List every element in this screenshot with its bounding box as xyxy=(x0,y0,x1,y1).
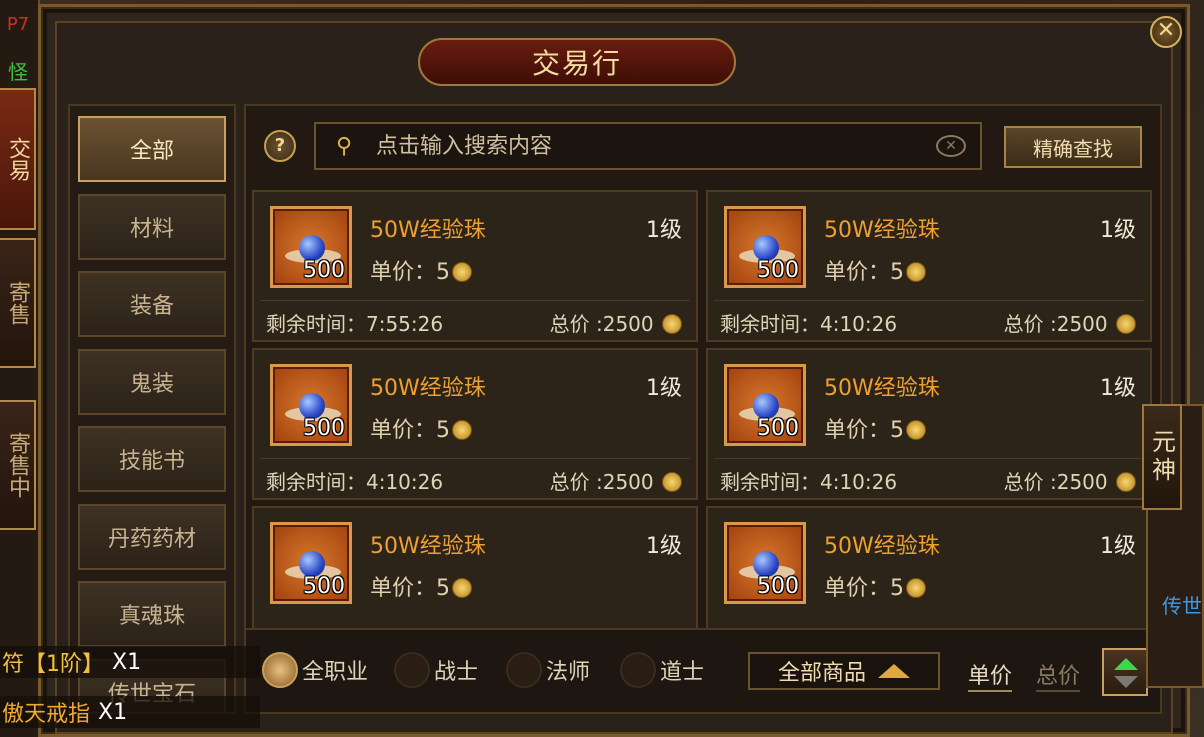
class-filter-mage[interactable]: 法师 xyxy=(506,652,590,688)
time-remaining: 剩余时间：4:10:26 xyxy=(720,312,898,336)
gold-coin-icon xyxy=(1116,314,1136,334)
radio-icon xyxy=(394,652,430,688)
category-medicine[interactable]: 丹药药材 xyxy=(78,504,226,570)
radio-icon xyxy=(620,652,656,688)
listing-card[interactable]: 500 50W经验珠 1级 单价：5 剩余时间：4:10:26 总价 :2500 xyxy=(252,348,698,500)
item-quantity: 500 xyxy=(757,574,799,599)
unit-price: 单价：5 xyxy=(824,254,926,286)
listing-card[interactable]: 500 50W经验珠 1级 单价：5 剩余时间：7:55:26 总价 :2500 xyxy=(252,190,698,342)
page-title: 交易行 xyxy=(531,47,622,80)
item-quantity: 500 xyxy=(757,258,799,283)
time-remaining: 剩余时间：4:10:26 xyxy=(266,470,444,494)
item-quantity: 500 xyxy=(303,258,345,283)
exp-orb-icon: 500 xyxy=(724,206,806,288)
category-all[interactable]: 全部 xyxy=(78,116,226,182)
gold-coin-icon xyxy=(1116,472,1136,492)
category-ghost-gear[interactable]: 鬼装 xyxy=(78,349,226,415)
search-icon: ⚲ xyxy=(335,133,353,159)
left-hud-strip: P7 怪物 交易 寄售 寄售中 xyxy=(0,0,40,737)
help-button[interactable]: ? xyxy=(264,130,296,162)
unit-price: 单价：5 xyxy=(824,570,926,602)
radio-icon xyxy=(506,652,542,688)
class-filter-all[interactable]: 全职业 xyxy=(262,652,368,688)
item-quantity: 500 xyxy=(303,416,345,441)
category-materials[interactable]: 材料 xyxy=(78,194,226,260)
hud-top-red-text: P7 xyxy=(6,14,30,35)
item-name: 50W经验珠 xyxy=(824,218,940,243)
item-name: 50W经验珠 xyxy=(824,534,940,559)
goods-dropdown[interactable]: 全部商品 xyxy=(748,652,940,690)
gold-coin-icon xyxy=(906,262,926,282)
item-name: 50W经验珠 xyxy=(370,376,486,401)
class-filter-taoist[interactable]: 道士 xyxy=(620,652,704,688)
item-level: 1级 xyxy=(646,376,682,401)
exp-orb-icon: 500 xyxy=(270,522,352,604)
radio-selected-icon xyxy=(262,652,298,688)
sort-by-total-price[interactable]: 总价 xyxy=(1036,658,1081,692)
triangle-up-icon xyxy=(878,664,910,678)
total-price: 总价 :2500 xyxy=(550,308,682,337)
category-skill-books[interactable]: 技能书 xyxy=(78,426,226,492)
sort-up-icon xyxy=(1114,658,1138,670)
exp-orb-icon: 500 xyxy=(724,364,806,446)
gold-coin-icon xyxy=(452,420,472,440)
category-soul-beads[interactable]: 真魂珠 xyxy=(78,581,226,647)
gold-coin-icon xyxy=(452,578,472,598)
clear-icon[interactable]: ✕ xyxy=(936,135,966,157)
close-button[interactable]: ✕ xyxy=(1150,16,1182,48)
right-tab-yuanshen[interactable]: 元神 xyxy=(1142,404,1182,510)
total-price: 总价 :2500 xyxy=(550,466,682,495)
total-price: 总价 :2500 xyxy=(1004,466,1136,495)
unit-price: 单价：5 xyxy=(370,570,472,602)
left-tab-consign[interactable]: 寄售 xyxy=(0,238,36,368)
sort-by-unit-price[interactable]: 单价 xyxy=(968,658,1013,692)
category-sidebar: 全部 材料 装备 鬼装 技能书 丹药药材 真魂珠 传世宝石 xyxy=(68,104,236,714)
item-quantity: 500 xyxy=(757,416,799,441)
time-remaining: 剩余时间：7:55:26 xyxy=(266,312,444,336)
item-level: 1级 xyxy=(646,534,682,559)
sort-order-toggle[interactable] xyxy=(1102,648,1148,696)
gold-coin-icon xyxy=(662,314,682,334)
time-remaining: 剩余时间：4:10:26 xyxy=(720,470,898,494)
exp-orb-icon: 500 xyxy=(270,364,352,446)
title-banner: 交易行 xyxy=(418,38,736,86)
gold-coin-icon xyxy=(906,578,926,598)
exp-orb-icon: 500 xyxy=(724,522,806,604)
chat-line: 符【1阶】 X1 xyxy=(0,646,260,678)
gold-coin-icon xyxy=(906,420,926,440)
listing-area: 500 50W经验珠 1级 单价：5 剩余时间：7:55:26 总价 :2500… xyxy=(244,104,1162,714)
item-level: 1级 xyxy=(1100,218,1136,243)
listing-card[interactable]: 500 50W经验珠 1级 单价：5 剩余时间：4:10:26 总价 :2500 xyxy=(706,348,1152,500)
item-level: 1级 xyxy=(646,218,682,243)
exact-search-button[interactable]: 精确查找 xyxy=(1004,126,1142,168)
item-quantity: 500 xyxy=(303,574,345,599)
listing-card[interactable]: 500 50W经验珠 1级 单价：5 剩余时间：4:10:26 总价 :2500 xyxy=(706,190,1152,342)
category-equipment[interactable]: 装备 xyxy=(78,271,226,337)
search-bar: ⚲ ✕ xyxy=(314,122,982,170)
item-name: 50W经验珠 xyxy=(370,218,486,243)
total-price: 总价 :2500 xyxy=(1004,308,1136,337)
gold-coin-icon xyxy=(452,262,472,282)
item-level: 1级 xyxy=(1100,534,1136,559)
gold-coin-icon xyxy=(662,472,682,492)
item-level: 1级 xyxy=(1100,376,1136,401)
item-name: 50W经验珠 xyxy=(370,534,486,559)
unit-price: 单价：5 xyxy=(370,254,472,286)
exp-orb-icon: 500 xyxy=(270,206,352,288)
search-input[interactable] xyxy=(372,124,936,168)
item-name: 50W经验珠 xyxy=(824,376,940,401)
class-filter-warrior[interactable]: 战士 xyxy=(394,652,478,688)
filter-bar: 全职业 战士 法师 道士 全部商品 单价 总价 xyxy=(246,628,1160,712)
sort-down-icon xyxy=(1114,676,1138,688)
unit-price: 单价：5 xyxy=(370,412,472,444)
left-tab-consigning[interactable]: 寄售中 xyxy=(0,400,36,530)
left-tab-trade[interactable]: 交易 xyxy=(0,88,36,230)
right-side-label: 传世 xyxy=(1162,594,1202,618)
unit-price: 单价：5 xyxy=(824,412,926,444)
chat-line: 傲天戒指 X1 xyxy=(0,696,260,728)
